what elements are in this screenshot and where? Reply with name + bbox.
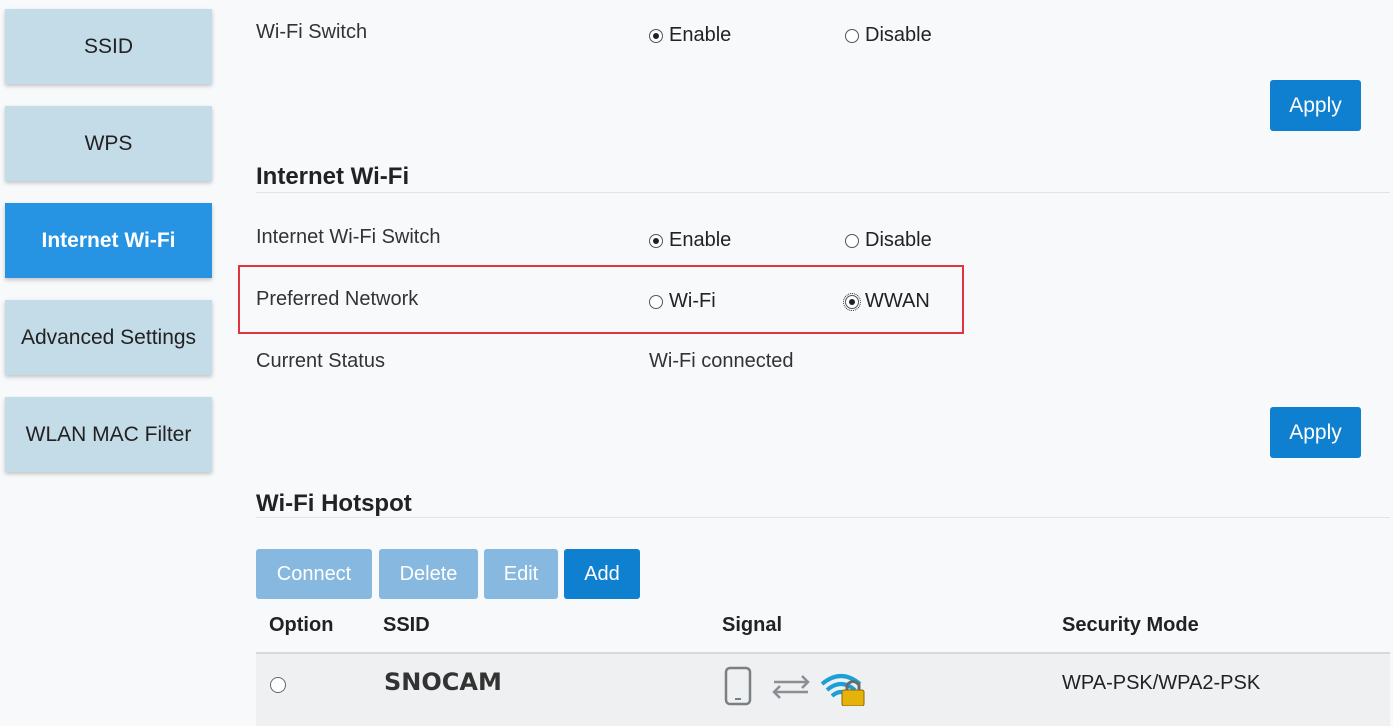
radio-label: Disable <box>865 229 932 251</box>
sidebar-item-label: SSID <box>83 34 133 58</box>
row-signal <box>724 666 876 706</box>
section-divider <box>256 192 1390 193</box>
radio-icon[interactable] <box>843 292 861 311</box>
radio-icon[interactable] <box>649 294 663 309</box>
column-header-security-mode: Security Mode <box>1062 614 1199 636</box>
radio-label: Enable <box>669 229 732 251</box>
phone-icon <box>724 666 752 706</box>
row-security-mode: WPA-PSK/WPA2-PSK <box>1062 672 1261 694</box>
sidebar-item-wlan-mac-filter[interactable]: WLAN MAC Filter <box>5 397 212 472</box>
preferred-network-label: Preferred Network <box>256 288 419 310</box>
connect-button[interactable]: Connect <box>256 549 372 599</box>
radio-label: Wi-Fi <box>669 290 716 312</box>
sidebar-item-label: WLAN MAC Filter <box>25 422 192 446</box>
column-header-option: Option <box>269 614 334 636</box>
edit-button[interactable]: Edit <box>484 549 558 599</box>
wifi-lock-icon <box>820 674 865 706</box>
column-header-signal: Signal <box>722 614 783 636</box>
sidebar-item-label: WPS <box>84 131 133 155</box>
row-select-radio[interactable] <box>270 677 286 693</box>
wifi-switch-disable[interactable]: Disable <box>845 24 932 47</box>
transfer-arrows-icon <box>772 675 810 699</box>
section-divider <box>256 517 1390 518</box>
internet-wifi-title: Internet Wi-Fi <box>256 163 410 190</box>
sidebar-item-advanced-settings[interactable]: Advanced Settings <box>5 300 212 375</box>
sidebar-item-internet-wifi[interactable]: Internet Wi-Fi <box>5 203 212 278</box>
current-status-label: Current Status <box>256 350 385 372</box>
wifi-switch-label: Wi-Fi Switch <box>256 21 368 43</box>
preferred-network-wwan[interactable]: WWAN <box>843 290 930 313</box>
internet-wifi-disable[interactable]: Disable <box>845 229 932 252</box>
sidebar-item-label: Advanced Settings <box>20 325 197 349</box>
internet-wifi-enable[interactable]: Enable <box>649 229 731 252</box>
delete-button[interactable]: Delete <box>379 549 478 599</box>
radio-label: Enable <box>669 24 732 46</box>
sidebar-item-ssid[interactable]: SSID <box>5 9 212 84</box>
add-button[interactable]: Add <box>564 549 640 599</box>
radio-label: Disable <box>865 24 932 46</box>
radio-label: WWAN <box>865 290 930 312</box>
radio-icon[interactable] <box>649 233 663 248</box>
column-header-ssid: SSID <box>383 614 430 636</box>
table-row[interactable]: SNOCAM WPA-PSK/WPA2-PSK <box>256 654 1390 726</box>
wifi-switch-apply-button[interactable]: Apply <box>1270 80 1361 131</box>
preferred-network-wifi[interactable]: Wi-Fi <box>649 290 716 313</box>
sidebar-item-wps[interactable]: WPS <box>5 106 212 181</box>
internet-wifi-switch-label: Internet Wi-Fi Switch <box>256 226 441 248</box>
internet-wifi-apply-button[interactable]: Apply <box>1270 407 1361 458</box>
current-status-value: Wi-Fi connected <box>649 350 794 372</box>
radio-icon[interactable] <box>845 233 859 248</box>
sidebar-item-label: Internet Wi-Fi <box>41 228 176 252</box>
sidebar: SSID WPS Internet Wi-Fi Advanced Setting… <box>0 0 215 726</box>
main-content: Wi-Fi Switch Enable Disable Apply Intern… <box>238 0 1390 726</box>
wifi-switch-enable[interactable]: Enable <box>649 24 731 47</box>
row-ssid: SNOCAM <box>384 668 502 696</box>
signal-graphic <box>724 666 865 706</box>
radio-icon[interactable] <box>649 28 663 43</box>
wifi-hotspot-title: Wi-Fi Hotspot <box>256 490 412 517</box>
radio-icon[interactable] <box>845 28 859 43</box>
